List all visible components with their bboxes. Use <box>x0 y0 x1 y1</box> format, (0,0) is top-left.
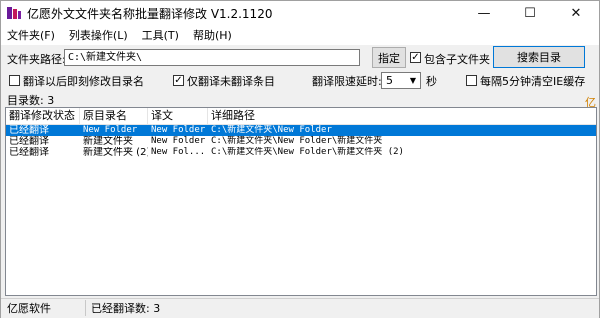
cell-path: C:\新建文件夹\New Folder\新建文件夹 (2) <box>211 147 404 157</box>
include-subfolders-label: 包含子文件夹 <box>424 53 490 66</box>
delay-value: 5 <box>386 74 393 87</box>
only-untranslated-checkbox[interactable]: ✓ <box>173 75 184 86</box>
column-header-translation[interactable]: 译文 <box>148 108 208 124</box>
folder-path-label: 文件夹路径: <box>7 53 66 66</box>
clear-cache-checkbox[interactable] <box>466 75 477 86</box>
window-controls: — ☐ ✕ <box>461 1 599 25</box>
column-header-original[interactable]: 原目录名 <box>80 108 148 124</box>
table-row[interactable]: 已经翻译 New Folder New Folder C:\新建文件夹\New … <box>6 125 596 136</box>
menu-folder[interactable]: 文件夹(F) <box>1 27 62 43</box>
minimize-button[interactable]: — <box>461 1 507 25</box>
close-button[interactable]: ✕ <box>553 1 599 25</box>
window-title: 亿愿外文文件夹名称批量翻译修改 V1.2.1120 <box>27 6 273 21</box>
menu-help[interactable]: 帮助(H) <box>186 27 239 43</box>
table-row[interactable]: 已经翻译 新建文件夹 (2) New Fol... C:\新建文件夹\New F… <box>6 147 596 158</box>
folder-path-input[interactable]: C:\新建文件夹\ <box>64 49 360 66</box>
main-window: 亿愿外文文件夹名称批量翻译修改 V1.2.1120 — ☐ ✕ 文件夹(F) 列… <box>0 0 600 318</box>
check-icon: ✓ <box>174 74 183 86</box>
column-header-path[interactable]: 详细路径 <box>208 108 596 124</box>
directory-count: 目录数: 3 <box>7 94 55 107</box>
cell-translation: New Folder <box>151 136 206 146</box>
cell-status: 已经翻译 <box>9 147 49 158</box>
cell-translation: New Folder <box>151 125 206 135</box>
directory-table[interactable]: 翻译修改状态 原目录名 译文 详细路径 已经翻译 New Folder New … <box>5 107 597 296</box>
include-subfolders-checkbox[interactable]: ✓ <box>410 52 421 63</box>
cell-original: 新建文件夹 (2) <box>83 147 148 158</box>
delay-select[interactable]: 5 ▼ <box>381 72 421 89</box>
status-translated-count: 已经翻译数: 3 <box>91 302 161 315</box>
cell-path: C:\新建文件夹\New Folder\新建文件夹 <box>211 136 383 146</box>
status-brand: 亿愿软件 <box>7 302 51 315</box>
cell-original: 新建文件夹 <box>83 136 133 147</box>
only-untranslated-label: 仅翻译未翻译条目 <box>187 75 275 88</box>
title-bar[interactable]: 亿愿外文文件夹名称批量翻译修改 V1.2.1120 — ☐ ✕ <box>1 1 599 25</box>
cell-path: C:\新建文件夹\New Folder <box>211 125 332 135</box>
table-row[interactable]: 已经翻译 新建文件夹 New Folder C:\新建文件夹\New Folde… <box>6 136 596 147</box>
menu-list-operations[interactable]: 列表操作(L) <box>62 27 135 43</box>
column-header-status[interactable]: 翻译修改状态 <box>6 108 80 124</box>
status-divider <box>85 300 86 316</box>
search-directory-button[interactable]: 搜索目录 <box>493 46 585 68</box>
maximize-button[interactable]: ☐ <box>507 1 553 25</box>
table-header: 翻译修改状态 原目录名 译文 详细路径 <box>6 108 596 125</box>
app-logo-icon <box>7 6 21 20</box>
delay-label: 翻译限速延时: <box>312 75 382 88</box>
check-icon: ✓ <box>411 51 420 63</box>
clear-cache-label: 每隔5分钟清空IE缓存 <box>480 75 586 88</box>
cell-original: New Folder <box>83 125 138 135</box>
cell-status: 已经翻译 <box>9 136 49 147</box>
delay-unit: 秒 <box>426 75 437 88</box>
status-bar: 亿愿软件 已经翻译数: 3 <box>1 298 599 318</box>
specify-button[interactable]: 指定 <box>372 47 406 68</box>
menu-bar: 文件夹(F) 列表操作(L) 工具(T) 帮助(H) <box>1 25 599 45</box>
cell-translation: New Fol... <box>151 147 206 157</box>
rename-after-translate-label: 翻译以后即刻修改目录名 <box>23 75 144 88</box>
cell-status: 已经翻译 <box>9 125 49 136</box>
menu-tools[interactable]: 工具(T) <box>135 27 186 43</box>
chevron-down-icon: ▼ <box>409 76 417 85</box>
rename-after-translate-checkbox[interactable] <box>9 75 20 86</box>
